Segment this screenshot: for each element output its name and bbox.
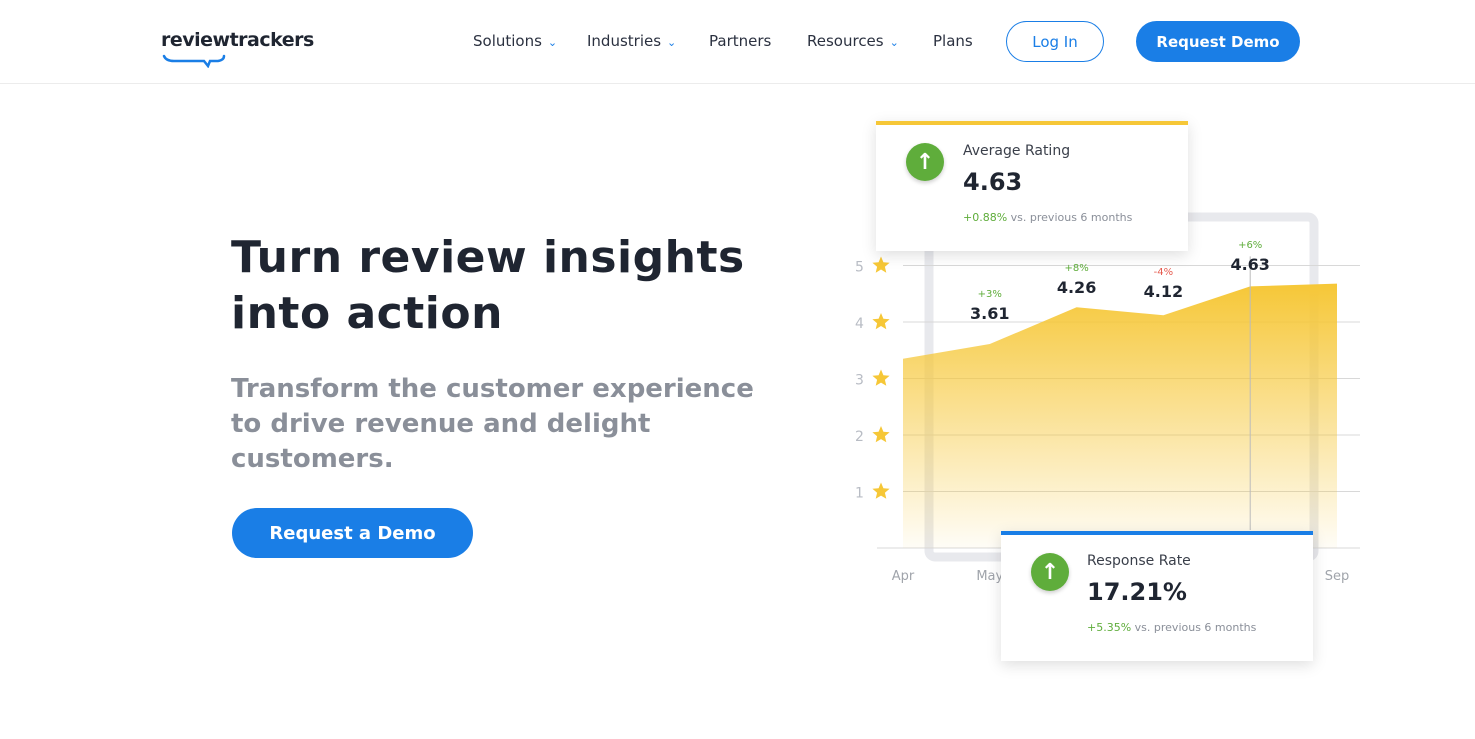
logo[interactable]: reviewtrackers	[161, 29, 314, 51]
card-comparison: +5.35% vs. previous 6 months	[1087, 621, 1256, 634]
x-tick-label: May	[976, 569, 1003, 584]
card-label: Response Rate	[1087, 553, 1191, 569]
rating-area	[903, 283, 1337, 548]
chevron-down-icon: ⌄	[889, 36, 899, 49]
arrow-up-icon: ↑	[1031, 553, 1069, 591]
average-rating-card: ↑ Average Rating 4.63 +0.88% vs. previou…	[876, 121, 1188, 251]
compare-text: vs. previous 6 months	[1134, 621, 1257, 634]
point-value-label: 3.61	[970, 304, 1009, 323]
nav-label: Industries	[587, 32, 662, 50]
point-change-label: +6%	[1238, 240, 1262, 251]
y-tick-label: 4	[855, 316, 864, 332]
point-change-label: +3%	[978, 289, 1002, 300]
nav-partners[interactable]: Partners	[709, 32, 771, 50]
hero-subtitle: Transform the customer experience to dri…	[231, 374, 754, 474]
card-value: 17.21%	[1087, 578, 1187, 606]
x-tick-label: Sep	[1325, 569, 1350, 584]
request-demo-button[interactable]: Request Demo	[1136, 21, 1300, 62]
card-accent-bar	[876, 121, 1188, 125]
chevron-down-icon: ⌄	[667, 36, 677, 49]
y-tick-label: 3	[855, 373, 864, 389]
x-tick-label: Apr	[892, 569, 915, 584]
point-change-label: -4%	[1154, 267, 1173, 278]
point-value-label: 4.63	[1230, 255, 1269, 274]
star-icon	[872, 313, 890, 330]
point-change-label: +8%	[1064, 263, 1088, 274]
star-icon	[872, 482, 890, 499]
nav-industries[interactable]: Industries ⌄	[587, 32, 676, 50]
hero-title: Turn review insights into action	[231, 232, 745, 339]
nav-label: Partners	[709, 32, 772, 50]
card-value: 4.63	[963, 168, 1023, 196]
nav-resources[interactable]: Resources ⌄	[807, 32, 899, 50]
nav-label: Solutions	[473, 32, 542, 50]
nav-label: Plans	[933, 32, 973, 50]
top-nav: reviewtrackers Solutions ⌄ Industries ⌄ Pa…	[0, 0, 1475, 84]
card-comparison: +0.88% vs. previous 6 months	[963, 211, 1132, 224]
card-label: Average Rating	[963, 143, 1071, 159]
logo-swoosh-icon	[162, 54, 226, 68]
change-value: +0.88%	[963, 211, 1008, 224]
star-icon	[872, 369, 890, 386]
nav-plans[interactable]: Plans	[933, 32, 973, 50]
nav-label: Resources	[807, 32, 884, 50]
point-value-label: 4.12	[1144, 282, 1183, 301]
star-icon	[872, 256, 890, 273]
card-accent-bar	[1001, 531, 1313, 535]
point-value-label: 4.26	[1057, 278, 1096, 297]
nav-solutions[interactable]: Solutions ⌄	[473, 32, 557, 50]
change-value: +5.35%	[1087, 621, 1132, 634]
request-a-demo-button[interactable]: Request a Demo	[232, 508, 473, 558]
y-tick-label: 2	[855, 429, 864, 445]
y-tick-label: 1	[855, 486, 864, 502]
star-icon	[872, 426, 890, 443]
arrow-up-icon: ↑	[906, 143, 944, 181]
login-button[interactable]: Log In	[1006, 21, 1104, 62]
compare-text: vs. previous 6 months	[1010, 211, 1133, 224]
chevron-down-icon: ⌄	[547, 36, 558, 49]
response-rate-card: ↑ Response Rate 17.21% +5.35% vs. previo…	[1001, 531, 1313, 661]
y-tick-label: 5	[855, 260, 864, 276]
